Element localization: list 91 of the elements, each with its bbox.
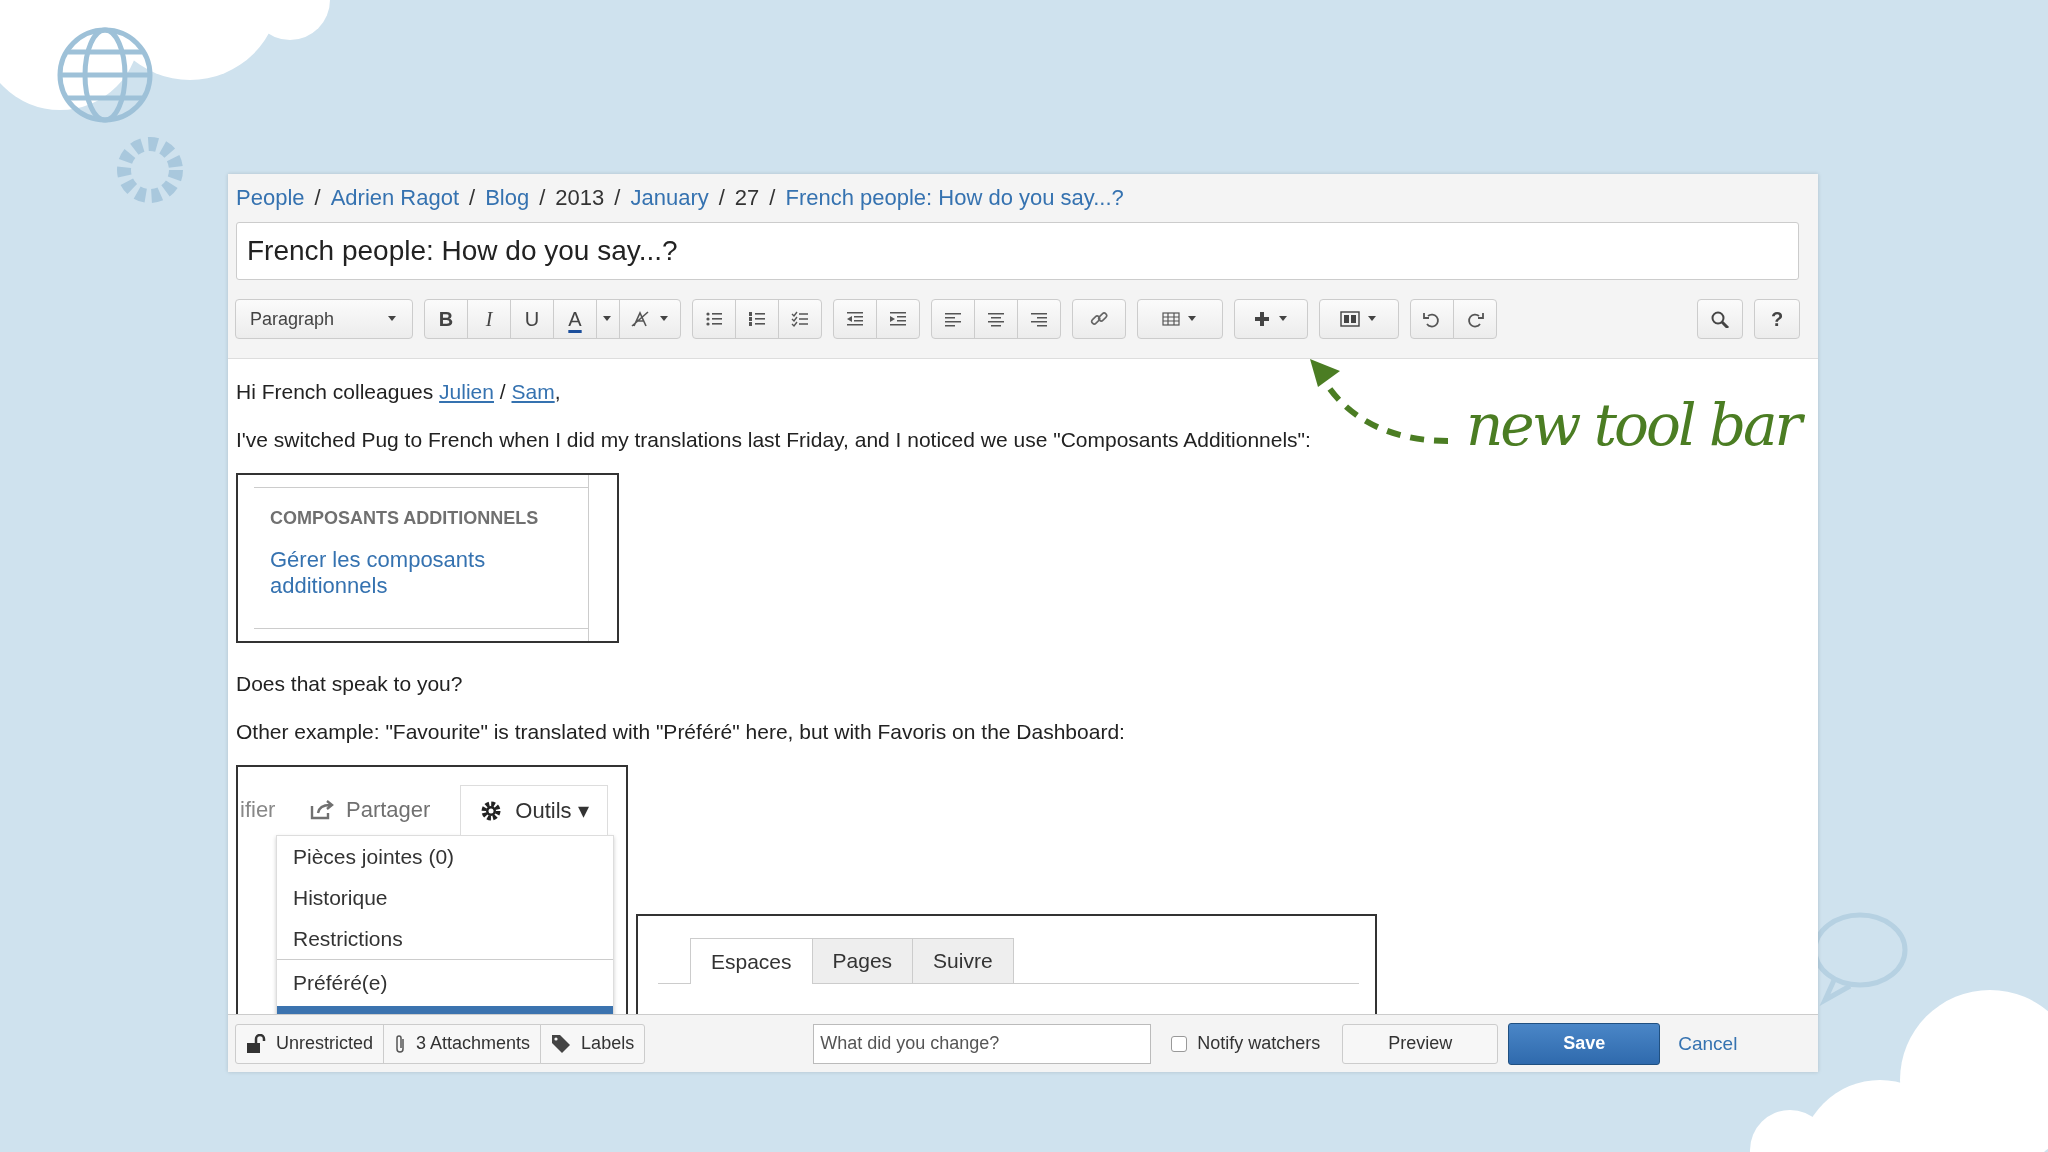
paperclip-icon (394, 1033, 407, 1054)
breadcrumb-link[interactable]: Blog (485, 185, 530, 211)
link-icon (1090, 310, 1108, 328)
link-button[interactable] (1072, 299, 1126, 339)
breadcrumb-separator: / (769, 185, 776, 211)
tab[interactable]: Pages (811, 938, 914, 983)
breadcrumb-separator: / (469, 185, 476, 211)
caret-button[interactable] (596, 299, 620, 339)
greeting-text: Hi French colleagues Julien / Sam, (236, 379, 561, 405)
caret-icon (1368, 316, 1376, 321)
bullet-list-icon (705, 310, 723, 328)
align-left-icon (944, 310, 962, 328)
menu-label: ifier (239, 797, 277, 823)
breadcrumb-text: 27 (734, 185, 760, 211)
indent-button[interactable] (876, 299, 920, 339)
insert-button[interactable] (1234, 299, 1308, 339)
tools-menu-tab[interactable]: Outils ▾ (460, 785, 608, 835)
change-comment-field[interactable]: What did you change? (813, 1023, 1152, 1064)
underline-button[interactable]: U (510, 299, 554, 339)
checkbox-label: Notify watchers (1197, 1033, 1321, 1054)
caret-icon (1279, 316, 1287, 321)
share-link[interactable]: Partager (346, 797, 431, 823)
paragraph: Other example: "Favourite" is translated with "Préféré" here, but with Favoris on the Dashboard: (236, 719, 1125, 745)
table-button[interactable] (1137, 299, 1223, 339)
layout-button[interactable] (1319, 299, 1399, 339)
indent-button[interactable] (833, 299, 877, 339)
align-right-icon (1030, 310, 1048, 328)
manage-link[interactable]: Gérer les composants additionnels (270, 547, 500, 599)
plus-icon (1253, 310, 1271, 328)
caret-icon (1188, 316, 1196, 321)
attachments-button[interactable]: 3 Attachments (383, 1023, 542, 1064)
globe-icon (57, 27, 153, 123)
indent-icon (889, 310, 907, 328)
tab[interactable]: Espaces (690, 938, 813, 984)
italic-button[interactable]: I (467, 299, 511, 339)
breadcrumb-link[interactable]: Adrien Ragot (330, 185, 460, 211)
breadcrumb-text: 2013 (555, 185, 605, 211)
annotation-text: new tool bar (1462, 385, 1814, 465)
breadcrumb-link[interactable]: French people: How do you say...? (785, 185, 1124, 211)
checklist-icon (791, 310, 809, 328)
search-button[interactable] (1697, 299, 1743, 339)
menu-item[interactable]: Restrictions (277, 918, 613, 959)
breadcrumb-link[interactable]: People (236, 185, 305, 211)
caret-icon (660, 316, 668, 321)
cancel-link[interactable]: Cancel (1678, 1032, 1738, 1055)
outdent-icon (846, 310, 864, 328)
paragraph-format-dropdown[interactable]: Paragraph (235, 299, 413, 339)
undo-icon (1422, 310, 1442, 328)
help-button[interactable]: ? (1754, 299, 1800, 339)
padlock-icon (246, 1033, 266, 1054)
title-field[interactable]: French people: How do you say...? (236, 222, 1799, 280)
caret-icon (388, 316, 396, 321)
paragraph: I've switched Pug to French when I did my translations last Friday, and I noticed we use "Composants Additionnels": (236, 427, 1311, 453)
notify-checkbox[interactable] (1171, 1035, 1188, 1052)
tag-icon (551, 1033, 572, 1054)
gear-icon (117, 137, 183, 203)
paragraph: Does that speak to you? (236, 671, 463, 697)
text-color-button[interactable]: A (553, 299, 597, 339)
numbered-list-icon (748, 310, 766, 328)
save-button[interactable]: Save (1508, 1022, 1661, 1065)
list-button[interactable] (692, 299, 736, 339)
menu-item[interactable]: Historique (277, 877, 613, 918)
align-center-icon (987, 310, 1005, 328)
align-button[interactable] (1017, 299, 1061, 339)
table-icon (1162, 310, 1180, 328)
list-button[interactable] (778, 299, 822, 339)
section-heading: COMPOSANTS ADDITIONNELS (270, 508, 540, 529)
breadcrumb-separator: / (539, 185, 546, 211)
redo-icon (1465, 310, 1485, 328)
user-link[interactable]: Sam (511, 380, 555, 403)
user-link[interactable]: Julien (439, 380, 494, 403)
tab[interactable]: Suivre (912, 938, 1014, 983)
breadcrumb-separator: / (718, 185, 725, 211)
menu-item[interactable]: Pièces jointes (0) (277, 836, 613, 877)
preview-button[interactable]: Preview (1342, 1023, 1499, 1064)
align-button[interactable] (931, 299, 975, 339)
redo-button[interactable] (1453, 299, 1497, 339)
columns-layout-icon (1340, 310, 1360, 328)
caret-icon (603, 316, 611, 321)
breadcrumb-separator: / (314, 185, 321, 211)
undo-button[interactable] (1410, 299, 1454, 339)
share-icon (310, 800, 336, 820)
restrictions-button[interactable]: Unrestricted (235, 1023, 385, 1064)
list-button[interactable] (735, 299, 779, 339)
align-button[interactable] (974, 299, 1018, 339)
text-style-button[interactable] (619, 299, 681, 339)
labels-button[interactable]: Labels (540, 1023, 646, 1064)
breadcrumb-link[interactable]: January (630, 185, 709, 211)
breadcrumb-separator: / (614, 185, 621, 211)
bold-button[interactable]: B (424, 299, 468, 339)
search-icon (1710, 310, 1730, 328)
